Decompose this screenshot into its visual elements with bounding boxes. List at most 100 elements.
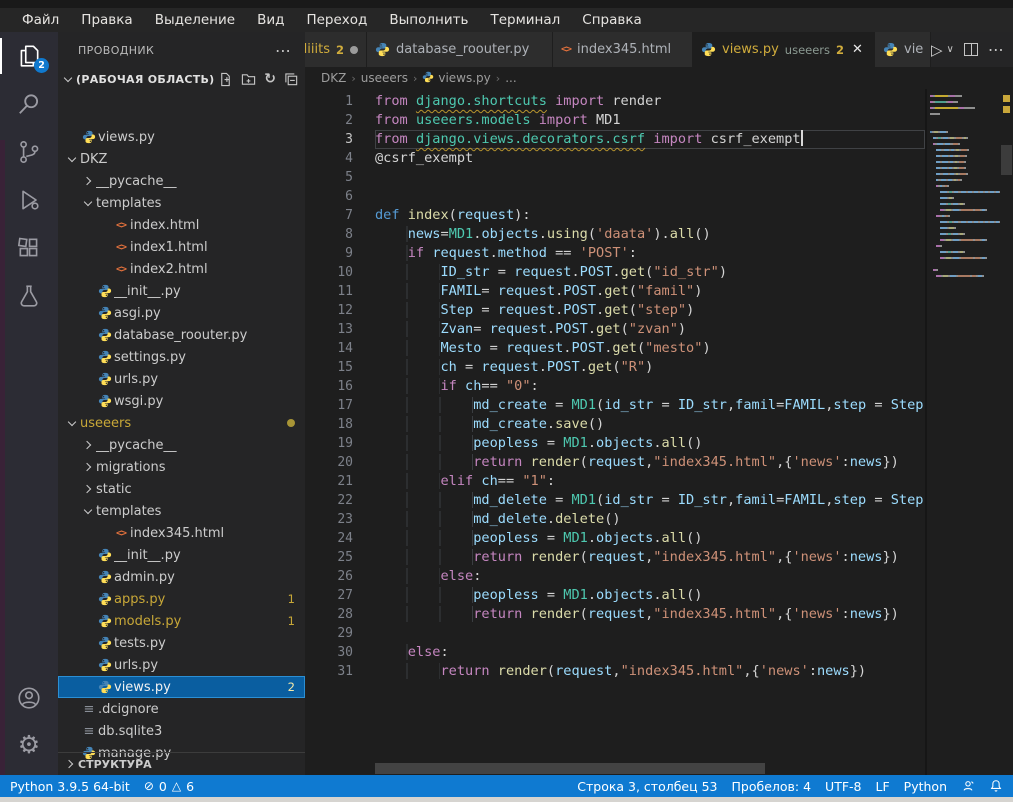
close-icon[interactable]: ✕ [852, 42, 863, 57]
source-control-icon[interactable] [0, 128, 58, 176]
sidebar-more-icon[interactable]: ⋯ [275, 41, 291, 60]
code-editor[interactable]: 1from django.shortcuts import render2fro… [305, 89, 925, 775]
tab-views.py[interactable]: views.pyuseeers2✕ [693, 32, 875, 67]
tree-item-__init__.py[interactable]: __init__.py [58, 280, 305, 302]
outline-section-header[interactable]: СТРУКТУРА [58, 752, 305, 775]
code-line[interactable]: 8 news=MD1.objects.using('daata').all() [305, 225, 925, 244]
tree-item-index.html[interactable]: <>index.html [58, 214, 305, 236]
tree-item-tests.py[interactable]: tests.py [58, 632, 305, 654]
code-line[interactable]: 6 [305, 187, 925, 206]
code-line[interactable]: 29 [305, 624, 925, 643]
encoding-status[interactable]: UTF-8 [825, 779, 861, 794]
tree-item-DKZ[interactable]: DKZ [58, 148, 305, 170]
code-line[interactable]: 31 return render(request,"index345.html"… [305, 662, 925, 681]
collapse-all-icon[interactable] [284, 72, 299, 87]
tree-item-views.py[interactable]: views.py2 [58, 676, 305, 698]
tab-vie[interactable]: vie [875, 32, 931, 67]
run-debug-icon[interactable] [0, 176, 58, 224]
cursor-position-status[interactable]: Строка 3, столбец 53 [577, 779, 717, 794]
indentation-status[interactable]: Пробелов: 4 [732, 779, 812, 794]
code-line[interactable]: 21 elif ch== "1": [305, 472, 925, 491]
tree-item-views.py[interactable]: views.py [58, 126, 305, 148]
tree-item-index1.html[interactable]: <>index1.html [58, 236, 305, 258]
code-line[interactable]: 25 return render(request,"index345.html"… [305, 548, 925, 567]
extensions-icon[interactable] [0, 224, 58, 272]
code-line[interactable]: 20 return render(request,"index345.html"… [305, 453, 925, 472]
tree-item-urls.py[interactable]: urls.py [58, 368, 305, 390]
tree-item-templates[interactable]: templates [58, 500, 305, 522]
breadcrumb-item-3[interactable]: ... [505, 71, 516, 85]
code-line[interactable]: 7def index(request): [305, 206, 925, 225]
python-interpreter-status[interactable]: Python 3.9.5 64-bit [10, 779, 130, 794]
code-line[interactable]: 30 else: [305, 643, 925, 662]
tab-index345.html[interactable]: <>index345.html [553, 32, 693, 67]
menu-item-6[interactable]: Терминал [480, 12, 570, 28]
menu-item-7[interactable]: Справка [572, 12, 651, 28]
problems-status[interactable]: ⊘ 0 △ 6 [144, 779, 194, 794]
code-line[interactable]: 9 if request.method == 'POST': [305, 244, 925, 263]
tree-item-models.py[interactable]: models.py1 [58, 610, 305, 632]
code-line[interactable]: 28 return render(request,"index345.html"… [305, 605, 925, 624]
tree-item-migrations[interactable]: migrations [58, 456, 305, 478]
tree-item-index2.html[interactable]: <>index2.html [58, 258, 305, 280]
tab-diiits[interactable]: diiits2 [305, 32, 367, 67]
eol-status[interactable]: LF [876, 779, 890, 794]
language-mode-status[interactable]: Python [904, 779, 947, 794]
menu-item-0[interactable]: Файл [12, 12, 69, 28]
code-line[interactable]: 23 md_delete.delete() [305, 510, 925, 529]
code-line[interactable]: 18 md_create.save() [305, 415, 925, 434]
account-icon[interactable] [0, 675, 58, 721]
breadcrumb-item-2[interactable]: views.py [422, 71, 490, 86]
code-line[interactable]: 16 if ch== "0": [305, 377, 925, 396]
tree-item-__pycache__[interactable]: __pycache__ [58, 170, 305, 192]
code-line[interactable]: 24 peopless = MD1.objects.all() [305, 529, 925, 548]
new-folder-icon[interactable] [241, 72, 256, 87]
feedback-icon[interactable] [961, 779, 975, 793]
tree-item-wsgi.py[interactable]: wsgi.py [58, 390, 305, 412]
code-line[interactable]: 11 FAMIL= request.POST.get("famil") [305, 282, 925, 301]
horizontal-scrollbar[interactable] [375, 763, 765, 774]
testing-icon[interactable] [0, 272, 58, 320]
menu-item-2[interactable]: Выделение [145, 12, 245, 28]
code-line[interactable]: 4@csrf_exempt [305, 149, 925, 168]
tree-item-db.sqlite3[interactable]: ≡db.sqlite3 [58, 720, 305, 742]
run-button[interactable]: ▷ [931, 41, 943, 59]
split-editor-icon[interactable] [964, 43, 978, 56]
breadcrumb-item-1[interactable]: useeers [361, 71, 408, 85]
code-line[interactable]: 2from useeers.models import MD1 [305, 111, 925, 130]
tab-database_roouter.py[interactable]: database_roouter.py [367, 32, 553, 67]
menu-item-1[interactable]: Правка [71, 12, 142, 28]
tree-item-__init__.py[interactable]: __init__.py [58, 544, 305, 566]
code-line[interactable]: 22 md_delete = MD1(id_str = ID_str,famil… [305, 491, 925, 510]
refresh-icon[interactable]: ↻ [264, 72, 276, 86]
tree-item-admin.py[interactable]: admin.py [58, 566, 305, 588]
code-line[interactable]: 17 md_create = MD1(id_str = ID_str,famil… [305, 396, 925, 415]
tree-item-__pycache__[interactable]: __pycache__ [58, 434, 305, 456]
code-line[interactable]: 13 Zvan= request.POST.get("zvan") [305, 320, 925, 339]
tree-item-templates[interactable]: templates [58, 192, 305, 214]
more-actions-icon[interactable]: ⋯ [988, 40, 1004, 59]
search-icon[interactable] [0, 80, 58, 128]
tree-item-static[interactable]: static [58, 478, 305, 500]
code-line[interactable]: 14 Mesto = request.POST.get("mesto") [305, 339, 925, 358]
notifications-bell-icon[interactable] [989, 779, 1003, 793]
code-line[interactable]: 10 ID_str = request.POST.get("id_str") [305, 263, 925, 282]
code-line[interactable]: 27 peopless = MD1.objects.all() [305, 586, 925, 605]
minimap[interactable] [925, 89, 1000, 775]
settings-gear-icon[interactable]: ⚙ [0, 721, 58, 767]
menu-item-3[interactable]: Вид [247, 12, 294, 28]
code-line[interactable]: 15 ch = request.POST.get("R") [305, 358, 925, 377]
workspace-section-header[interactable]: (РАБОЧАЯ ОБЛАСТЬ) ... ↻ [58, 68, 305, 90]
run-dropdown-icon[interactable]: ∨ [947, 44, 954, 55]
code-line[interactable]: 19 peopless = MD1.objects.all() [305, 434, 925, 453]
overview-ruler[interactable] [1000, 89, 1013, 775]
explorer-icon[interactable]: 2 [0, 32, 58, 80]
tree-item-asgi.py[interactable]: asgi.py [58, 302, 305, 324]
new-file-icon[interactable] [218, 72, 233, 87]
code-line[interactable]: 26 else: [305, 567, 925, 586]
tree-item-settings.py[interactable]: settings.py [58, 346, 305, 368]
tree-item-apps.py[interactable]: apps.py1 [58, 588, 305, 610]
tree-item-useeers[interactable]: useeers [58, 412, 305, 434]
tree-item-urls.py[interactable]: urls.py [58, 654, 305, 676]
tree-item-index345.html[interactable]: <>index345.html [58, 522, 305, 544]
